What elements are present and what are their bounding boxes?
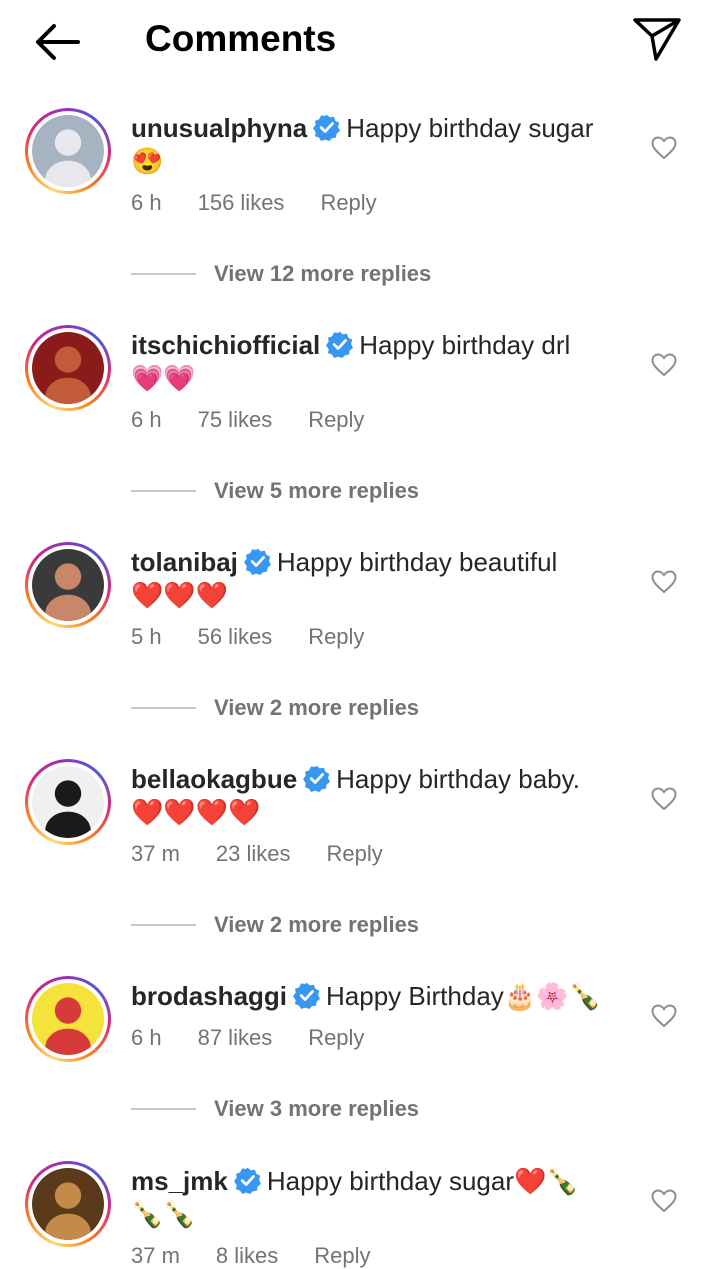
comment-text-line1: Happy birthday baby. [336, 764, 580, 794]
comment-text: unusualphyna Happy birthday sugar 😍 [131, 112, 641, 178]
page-title: Comments [145, 18, 337, 59]
avatar-image [32, 332, 104, 404]
comment-text: brodashaggi Happy Birthday🎂🌸🍾 [131, 980, 641, 1013]
heart-icon[interactable] [651, 353, 677, 377]
view-replies-button[interactable]: View 12 more replies [131, 259, 431, 289]
back-arrow-icon[interactable] [30, 20, 82, 64]
avatar-image [32, 1168, 104, 1240]
comment-time: 6 h [131, 190, 162, 215]
view-replies-label: View 2 more replies [214, 695, 420, 720]
comment-meta: 6 h 87 likes Reply [131, 1025, 400, 1051]
comment-time: 37 m [131, 841, 180, 866]
view-replies-label: View 12 more replies [214, 261, 432, 286]
reply-button[interactable]: Reply [320, 190, 376, 216]
avatar[interactable] [25, 976, 111, 1062]
comment-meta: 37 m 23 likes Reply [131, 841, 419, 867]
comment-likes[interactable]: 56 likes [198, 624, 273, 650]
divider-line [131, 490, 196, 492]
verified-badge-icon [313, 114, 341, 141]
heart-icon[interactable] [651, 136, 677, 160]
comment-text-line1: Happy birthday sugar [346, 113, 594, 143]
comment-text: bellaokagbue Happy birthday baby. ❤️❤️❤️❤️ [131, 763, 641, 829]
comment-likes[interactable]: 75 likes [198, 407, 273, 433]
comment-time: 6 h [131, 407, 162, 432]
heart-icon[interactable] [651, 570, 677, 594]
view-replies-label: View 5 more replies [214, 478, 420, 503]
comment-username[interactable]: itschichiofficial [131, 330, 320, 360]
comment-meta: 6 h 75 likes Reply [131, 407, 400, 433]
divider-line [131, 273, 196, 275]
comment-text-line2: 💗💗 [131, 363, 196, 393]
avatar-image [32, 766, 104, 838]
reply-button[interactable]: Reply [308, 1025, 364, 1051]
comment-time: 6 h [131, 1025, 162, 1050]
verified-badge-icon [243, 548, 271, 575]
view-replies-label: View 3 more replies [214, 1096, 420, 1121]
comment-meta: 37 m 8 likes Reply [131, 1243, 407, 1269]
divider-line [131, 1108, 196, 1110]
comment-text: ms_jmk Happy birthday sugar❤️🍾 🍾🍾 [131, 1165, 641, 1231]
avatar[interactable] [25, 542, 111, 628]
verified-badge-icon [233, 1167, 261, 1194]
comment-text-line2: 🍾🍾 [131, 1199, 196, 1229]
comment-text-line1: Happy Birthday🎂🌸🍾 [326, 981, 601, 1011]
comment-likes[interactable]: 87 likes [198, 1025, 273, 1051]
view-replies-button[interactable]: View 2 more replies [131, 693, 419, 723]
paper-plane-icon[interactable] [632, 16, 682, 62]
comment-username[interactable]: bellaokagbue [131, 764, 297, 794]
avatar[interactable] [25, 108, 111, 194]
comment-text-line1: Happy birthday drl [359, 330, 571, 360]
avatar[interactable] [25, 325, 111, 411]
comment-text-line2: ❤️❤️❤️❤️ [131, 797, 261, 827]
comment-likes[interactable]: 23 likes [216, 841, 291, 867]
comment-username[interactable]: brodashaggi [131, 981, 287, 1011]
comment-text: tolanibaj Happy birthday beautiful ❤️❤️❤️ [131, 546, 641, 612]
comment-username[interactable]: tolanibaj [131, 547, 238, 577]
comment-text-line1: Happy birthday sugar❤️🍾 [266, 1166, 579, 1196]
comment-username[interactable]: unusualphyna [131, 113, 307, 143]
verified-badge-icon [293, 982, 321, 1009]
reply-button[interactable]: Reply [327, 841, 383, 867]
comment-meta: 6 h 156 likes Reply [131, 190, 413, 216]
view-replies-button[interactable]: View 3 more replies [131, 1094, 419, 1124]
divider-line [131, 924, 196, 926]
comment-username[interactable]: ms_jmk [131, 1166, 228, 1196]
verified-badge-icon [326, 331, 354, 358]
comment-likes[interactable]: 8 likes [216, 1243, 278, 1269]
reply-button[interactable]: Reply [308, 407, 364, 433]
reply-button[interactable]: Reply [314, 1243, 370, 1269]
comment-text: itschichiofficial Happy birthday drl 💗💗 [131, 329, 641, 395]
comment-time: 37 m [131, 1243, 180, 1268]
avatar[interactable] [25, 759, 111, 845]
header-bar: Comments [0, 0, 720, 82]
verified-badge-icon [303, 765, 331, 792]
avatar-image [32, 549, 104, 621]
comment-meta: 5 h 56 likes Reply [131, 624, 400, 650]
view-replies-button[interactable]: View 2 more replies [131, 910, 419, 940]
reply-button[interactable]: Reply [308, 624, 364, 650]
comment-text-line2: ❤️❤️❤️ [131, 580, 229, 610]
view-replies-button[interactable]: View 5 more replies [131, 476, 419, 506]
avatar-image [32, 115, 104, 187]
comment-time: 5 h [131, 624, 162, 649]
heart-icon[interactable] [651, 1189, 677, 1213]
heart-icon[interactable] [651, 1004, 677, 1028]
avatar[interactable] [25, 1161, 111, 1247]
comment-text-line1: Happy birthday beautiful [276, 547, 558, 577]
avatar-image [32, 983, 104, 1055]
heart-icon[interactable] [651, 787, 677, 811]
divider-line [131, 707, 196, 709]
view-replies-label: View 2 more replies [214, 912, 420, 937]
comment-likes[interactable]: 156 likes [198, 190, 285, 216]
comment-text-line2: 😍 [131, 146, 164, 176]
